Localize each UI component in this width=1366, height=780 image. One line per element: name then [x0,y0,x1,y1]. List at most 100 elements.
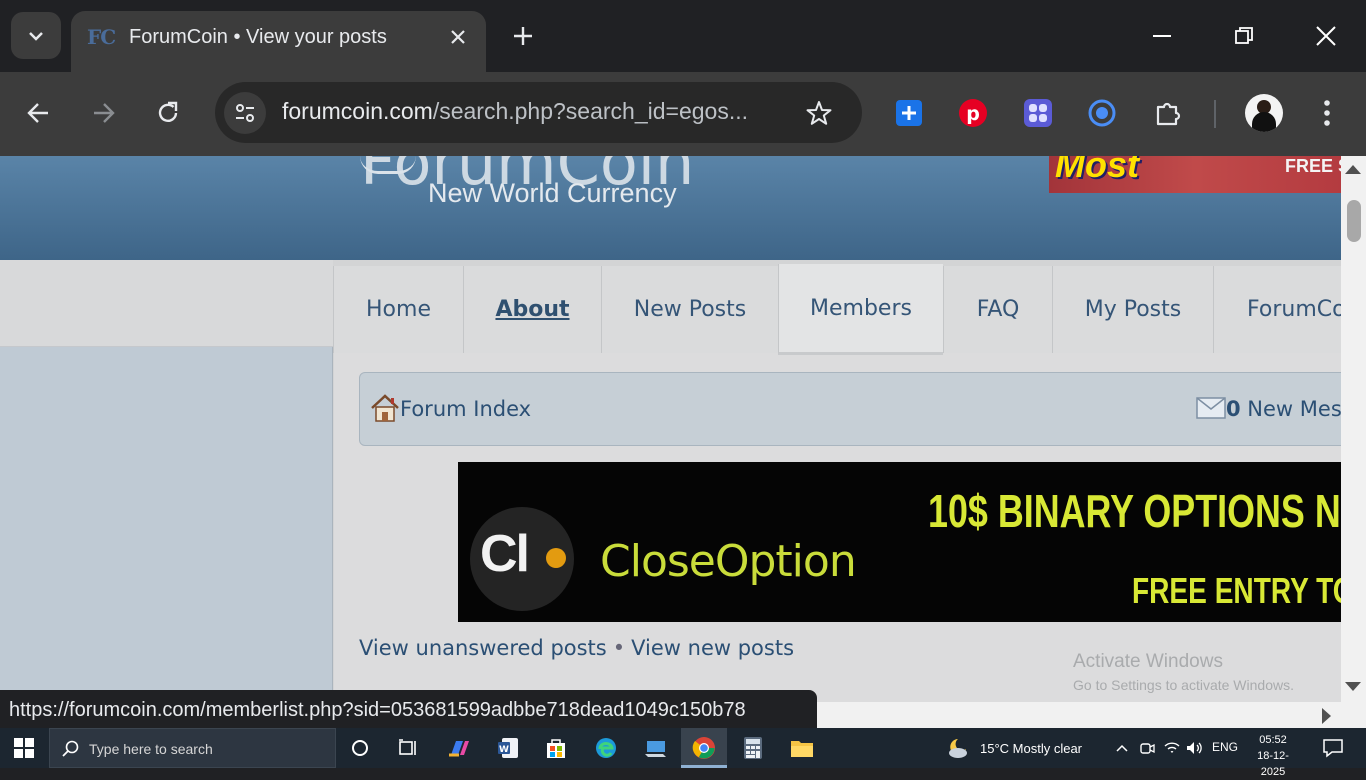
search-icon [62,740,79,757]
home-icon [371,394,399,422]
new-messages-link[interactable]: 0 New Mess [1226,397,1341,421]
status-url: https://forumcoin.com/memberlist.php?sid… [9,699,746,721]
nav-forumcoin[interactable]: ForumCo [1213,266,1341,353]
wifi-icon[interactable] [1163,740,1181,756]
store-icon [547,739,565,758]
edge-button[interactable] [591,734,621,762]
top-ad-mark: Most [1055,156,1139,185]
task-view-button[interactable] [393,734,423,762]
nav-faq[interactable]: FAQ [943,266,1052,353]
svg-text:W: W [499,745,509,755]
scroll-right-arrow[interactable] [1322,708,1331,724]
word-button[interactable]: W [493,734,523,762]
new-messages-count: 0 [1226,397,1241,421]
scroll-down-arrow[interactable] [1345,682,1361,691]
weather-text[interactable]: 15°C Mostly clear [980,741,1082,756]
volume-icon[interactable] [1185,740,1203,756]
close-icon [1316,26,1336,46]
main-nav: Home About New Posts Members FAQ My Post… [333,264,1341,356]
language-indicator[interactable]: ENG [1212,740,1238,754]
forum-index-link[interactable]: Forum Index [400,397,531,421]
nav-members[interactable]: Members [778,264,943,355]
calculator-icon [744,737,762,759]
svg-text:p: p [966,103,980,125]
profile-avatar[interactable] [1245,94,1283,132]
site-tagline: New World Currency [428,178,677,208]
avatar-body [1252,112,1276,132]
minimize-icon [1153,35,1171,37]
envelope-icon [1196,397,1226,419]
top-banner-ad[interactable]: Most FREE S [1049,156,1341,193]
store-button[interactable] [541,734,571,762]
top-ad-text: FREE S [1285,156,1341,176]
file-explorer-button[interactable] [787,734,817,762]
star-icon [806,101,832,125]
quick-links: View unanswered posts • View new posts [359,636,794,660]
chevron-up-icon[interactable] [1115,742,1129,754]
bookmark-button[interactable] [803,97,835,129]
tab-search-button[interactable] [11,12,61,59]
ad-logo-text: Cl [480,525,530,583]
tab-close-button[interactable] [445,24,471,50]
target-icon [1088,99,1116,127]
arrow-right-icon [94,103,115,123]
close-icon [451,30,465,44]
minimize-button[interactable] [1144,18,1180,54]
chrome-icon [692,737,715,759]
nav-about[interactable]: About [463,266,601,353]
chrome-button[interactable] [689,734,719,762]
apps-extension-button[interactable] [1021,96,1055,130]
record-extension-button[interactable] [1085,96,1119,130]
desktop-app-button[interactable] [641,734,671,762]
ad-subline: FREE ENTRY TO W [1132,570,1341,611]
link-status-bubble: https://forumcoin.com/memberlist.php?sid… [0,690,817,729]
url-host: forumcoin.com [282,98,433,124]
browser-toolbar: forumcoin.com/search.php?search_id=egos.… [0,72,1366,156]
forumcoin-favicon-icon: FC [87,25,116,49]
reload-button[interactable] [148,93,188,133]
site-banner: ForumCoin New World Currency Most FREE S [0,156,1341,260]
nav-my-posts[interactable]: My Posts [1052,266,1213,353]
toolbar-divider [1214,100,1216,128]
taskbar-search-placeholder: Type here to search [89,741,213,757]
calculator-button[interactable] [738,734,768,762]
window-close-button[interactable] [1308,18,1344,54]
cortana-circle-icon [352,740,368,756]
copilot-button[interactable] [444,734,474,762]
back-button[interactable] [19,93,59,133]
taskbar-clock[interactable]: 05:52 18-12-2025 [1250,732,1296,780]
forward-button[interactable] [83,93,123,133]
watermark-subtitle: Go to Settings to activate Windows. [1073,677,1294,693]
browser-menu-button[interactable] [1310,96,1344,130]
closeoption-ad[interactable]: Cl CloseOption 10$ BINARY OPTIONS NO FRE… [458,462,1341,622]
taskbar-search-box[interactable]: Type here to search [49,728,336,768]
restore-button[interactable] [1226,18,1262,54]
scroll-thumb[interactable] [1347,200,1361,242]
extensions-button[interactable] [1151,96,1185,130]
nav-new-posts[interactable]: New Posts [601,266,778,353]
scroll-up-arrow[interactable] [1345,165,1361,174]
meet-now-icon[interactable] [1139,740,1155,756]
extension-plus-button[interactable] [892,96,926,130]
new-tab-button[interactable] [507,20,539,52]
cortana-button[interactable] [345,734,375,762]
active-tab[interactable]: FC ForumCoin • View your posts [71,11,486,72]
vertical-scrollbar[interactable] [1341,156,1366,702]
pinterest-extension-button[interactable]: p [956,96,990,130]
view-new-posts-link[interactable]: View new posts [631,636,794,660]
url-text: forumcoin.com/search.php?search_id=egos.… [282,98,748,125]
nav-home[interactable]: Home [333,266,463,353]
windows-start-icon[interactable] [14,738,34,758]
site-info-button[interactable] [224,92,266,134]
horizontal-scrollbar[interactable] [817,702,1366,728]
moon-cloud-icon [949,739,967,758]
breadcrumb: Forum Index 0 New Mess [359,372,1341,446]
notification-icon[interactable] [1322,738,1344,758]
address-bar[interactable]: forumcoin.com/search.php?search_id=egos.… [215,82,862,143]
url-path: /search.php?search_id=egos... [432,98,749,124]
view-unanswered-link[interactable]: View unanswered posts [359,636,607,660]
word-icon: W [498,738,518,758]
folder-icon [791,741,813,757]
edge-icon [596,738,616,758]
left-sidebar [0,347,333,702]
